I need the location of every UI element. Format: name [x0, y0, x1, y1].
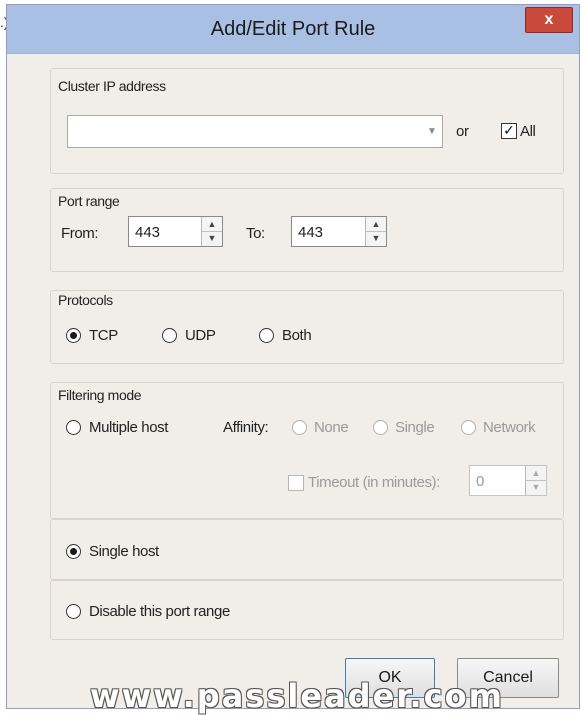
timeout-stepper[interactable]: 0 ▲ ▼ — [469, 465, 547, 496]
add-edit-port-rule-dialog: Add/Edit Port Rule x Cluster IP address … — [6, 4, 580, 709]
from-port-stepper[interactable]: 443 ▲ ▼ — [128, 216, 223, 247]
all-checkbox[interactable]: ✓ — [501, 123, 517, 139]
timeout-value: 0 — [476, 473, 485, 490]
spin-down-icon[interactable]: ▼ — [526, 481, 546, 496]
radio-affinity-none[interactable] — [292, 420, 307, 435]
affinity-label: Affinity: — [223, 419, 269, 436]
radio-both[interactable] — [259, 328, 274, 343]
radio-affinity-single[interactable] — [373, 420, 388, 435]
single-host-group: Single host — [50, 519, 564, 580]
watermark-text: www.passleader.com — [90, 677, 504, 715]
timeout-checkbox[interactable] — [288, 475, 304, 491]
protocols-group: Protocols TCP UDP Both — [50, 290, 564, 364]
protocols-label: Protocols — [58, 292, 113, 308]
radio-disable-port-range[interactable] — [66, 604, 81, 619]
cluster-ip-label: Cluster IP address — [58, 78, 166, 94]
port-range-label: Port range — [58, 193, 120, 209]
multiple-host-label[interactable]: Multiple host — [89, 419, 168, 436]
tcp-label[interactable]: TCP — [89, 327, 118, 344]
disable-port-range-group: Disable this port range — [50, 580, 564, 640]
to-label: To: — [246, 225, 265, 242]
radio-single-host[interactable] — [66, 544, 81, 559]
radio-multiple-host[interactable] — [66, 420, 81, 435]
radio-affinity-network[interactable] — [461, 420, 476, 435]
to-port-value: 443 — [298, 224, 324, 241]
radio-selected-dot — [70, 332, 77, 339]
affinity-single-label[interactable]: Single — [395, 419, 435, 436]
disable-port-range-label[interactable]: Disable this port range — [89, 603, 230, 620]
filtering-mode-group: Filtering mode Multiple host Affinity: N… — [50, 382, 564, 519]
from-port-value: 443 — [135, 224, 161, 241]
spin-down-icon[interactable]: ▼ — [366, 232, 386, 247]
udp-label[interactable]: UDP — [185, 327, 216, 344]
affinity-network-label[interactable]: Network — [483, 419, 536, 436]
both-label[interactable]: Both — [282, 327, 312, 344]
cluster-ip-combo[interactable]: ▼ — [67, 115, 443, 148]
all-label: All — [520, 123, 536, 140]
or-label: or — [456, 123, 469, 140]
spin-down-icon[interactable]: ▼ — [202, 232, 222, 247]
close-button[interactable]: x — [525, 7, 573, 33]
title-bar[interactable]: Add/Edit Port Rule x — [7, 5, 579, 54]
radio-selected-dot — [70, 548, 77, 555]
single-host-label[interactable]: Single host — [89, 543, 159, 560]
dialog-title: Add/Edit Port Rule — [210, 18, 376, 40]
cluster-ip-group: Cluster IP address ▼ or ✓ All — [50, 68, 564, 174]
spin-up-icon[interactable]: ▲ — [526, 466, 546, 481]
spin-up-icon[interactable]: ▲ — [366, 217, 386, 232]
from-label: From: — [61, 225, 99, 242]
to-port-stepper[interactable]: 443 ▲ ▼ — [291, 216, 387, 247]
filtering-mode-label: Filtering mode — [58, 387, 142, 403]
to-port-spin-buttons: ▲ ▼ — [365, 217, 386, 246]
chevron-down-icon[interactable]: ▼ — [422, 116, 442, 147]
radio-tcp[interactable] — [66, 328, 81, 343]
radio-udp[interactable] — [162, 328, 177, 343]
timeout-label[interactable]: Timeout (in minutes): — [308, 474, 440, 491]
close-icon: x — [544, 11, 554, 28]
port-range-group: Port range From: 443 ▲ ▼ To: 443 ▲ ▼ — [50, 188, 564, 272]
from-port-spin-buttons: ▲ ▼ — [201, 217, 222, 246]
timeout-spin-buttons: ▲ ▼ — [525, 466, 546, 495]
affinity-none-label[interactable]: None — [314, 419, 349, 436]
spin-up-icon[interactable]: ▲ — [202, 217, 222, 232]
